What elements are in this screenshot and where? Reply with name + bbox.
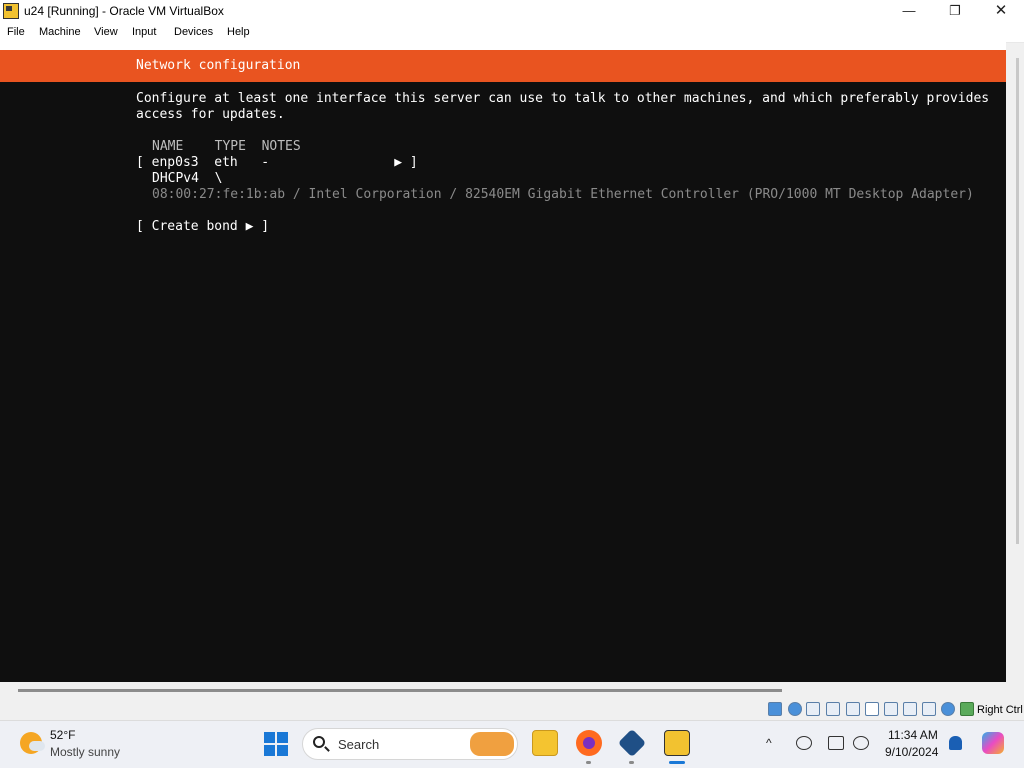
video-capture-icon[interactable] bbox=[903, 702, 917, 716]
display-icon[interactable] bbox=[884, 702, 898, 716]
menu-bar: File Machine View Input Devices Help bbox=[0, 22, 1024, 43]
menu-machine[interactable]: Machine bbox=[39, 26, 81, 38]
title-bar: u24 [Running] - Oracle VM VirtualBox — ❐… bbox=[0, 0, 1024, 22]
search-placeholder[interactable]: Search bbox=[338, 737, 379, 752]
cpu-icon[interactable] bbox=[922, 702, 936, 716]
copilot-icon[interactable] bbox=[982, 732, 1004, 754]
create-bond-button[interactable]: [ Create bond ▶ ] bbox=[136, 219, 269, 235]
firefox-running-indicator bbox=[586, 761, 591, 764]
clock-date[interactable]: 9/10/2024 bbox=[885, 745, 938, 759]
interface-hardware-info: 08:00:27:fe:1b:ab / Intel Corporation / … bbox=[152, 187, 974, 202]
menu-input[interactable]: Input bbox=[132, 26, 156, 38]
close-button[interactable]: ✕ bbox=[978, 0, 1024, 22]
shared-folders-icon[interactable] bbox=[865, 702, 879, 716]
file-explorer-icon[interactable] bbox=[532, 730, 558, 756]
vm-display[interactable]: Network configuration Configure at least… bbox=[0, 50, 1006, 682]
vertical-scrollbar[interactable] bbox=[1006, 50, 1024, 682]
window-title: u24 [Running] - Oracle VM VirtualBox bbox=[24, 4, 224, 18]
maximize-button[interactable]: ❐ bbox=[932, 0, 978, 22]
notification-bell-icon[interactable] bbox=[949, 736, 962, 750]
audio-icon[interactable] bbox=[806, 702, 820, 716]
installer-header: Network configuration bbox=[0, 50, 1006, 82]
volume-tray-icon[interactable] bbox=[853, 736, 869, 750]
minimize-button[interactable]: — bbox=[886, 0, 932, 22]
menu-help[interactable]: Help bbox=[227, 26, 250, 38]
clock-time[interactable]: 11:34 AM bbox=[888, 728, 938, 742]
weather-temperature[interactable]: 52°F bbox=[50, 728, 75, 742]
tray-overflow-chevron-icon[interactable]: ^ bbox=[766, 736, 772, 750]
display-tray-icon[interactable] bbox=[828, 736, 844, 750]
optical-drive-icon[interactable] bbox=[788, 702, 802, 716]
mouse-integration-icon[interactable] bbox=[941, 702, 955, 716]
interface-dhcp-status: DHCPv4 \ bbox=[152, 171, 223, 186]
interface-row-enp0s3[interactable]: [ enp0s3 eth - ▶ ] bbox=[136, 155, 418, 171]
weather-icon[interactable] bbox=[20, 732, 45, 754]
menu-devices[interactable]: Devices bbox=[174, 26, 213, 38]
weather-condition[interactable]: Mostly sunny bbox=[50, 745, 120, 759]
virtualbox-running-indicator bbox=[629, 761, 634, 764]
vm-top-gap bbox=[0, 42, 1006, 50]
interface-table-header: NAME TYPE NOTES bbox=[152, 139, 301, 154]
menu-view[interactable]: View bbox=[94, 26, 118, 38]
network-tray-icon[interactable] bbox=[796, 736, 812, 750]
description-line-2: access for updates. bbox=[136, 107, 285, 122]
vertical-scrollbar-thumb[interactable] bbox=[1016, 58, 1019, 544]
start-button[interactable] bbox=[264, 732, 288, 756]
network-icon[interactable] bbox=[826, 702, 840, 716]
firefox-icon[interactable] bbox=[576, 730, 602, 756]
keyboard-icon[interactable] bbox=[960, 702, 974, 716]
installer-header-title: Network configuration bbox=[136, 58, 301, 73]
hard-disk-icon[interactable] bbox=[768, 702, 782, 716]
usb-icon[interactable] bbox=[846, 702, 860, 716]
horizontal-scrollbar-thumb[interactable] bbox=[18, 689, 782, 692]
search-highlight-icon bbox=[470, 732, 514, 756]
virtualbox-vm-icon bbox=[3, 3, 19, 19]
active-window-indicator bbox=[669, 761, 685, 764]
host-key-label: Right Ctrl bbox=[977, 704, 1023, 716]
description-line-1: Configure at least one interface this se… bbox=[136, 91, 990, 106]
menu-file[interactable]: File bbox=[7, 26, 25, 38]
search-icon bbox=[313, 736, 325, 748]
virtualbox-vm-taskbar-icon[interactable] bbox=[664, 730, 690, 756]
